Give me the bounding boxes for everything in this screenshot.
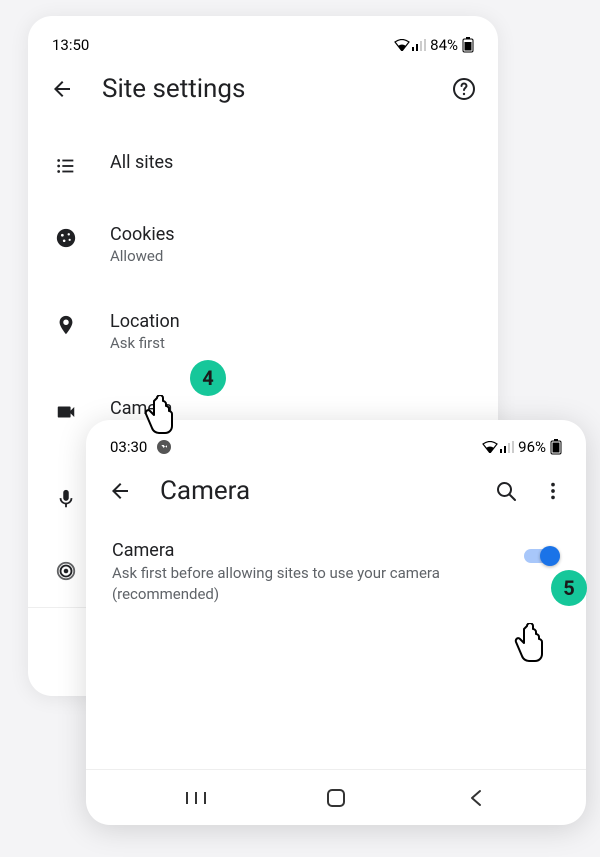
list-icon (54, 154, 78, 178)
detail-subtitle: Ask first before allowing sites to use y… (112, 563, 500, 605)
item-subtitle: Allowed (110, 247, 175, 265)
header: Site settings (28, 68, 498, 118)
step-badge-4: 4 (190, 360, 226, 396)
page-title: Camera (160, 476, 466, 506)
detail-title: Camera (112, 540, 500, 561)
home-button[interactable] (316, 778, 356, 818)
item-title: Cookies (110, 224, 175, 245)
pointer-cursor-icon (510, 623, 548, 671)
battery-icon (462, 37, 474, 53)
camera-toggle-row[interactable]: Camera Ask first before allowing sites t… (86, 520, 586, 625)
status-bar: 13:50 84% (28, 36, 498, 68)
battery-percent: 96% (518, 438, 546, 456)
camera-icon (54, 400, 78, 424)
navigation-bar (86, 769, 586, 825)
search-icon[interactable] (494, 479, 518, 503)
wifi-signal-icons (482, 441, 514, 453)
status-right: 96% (482, 438, 562, 456)
battery-percent: 84% (430, 36, 458, 54)
header: Camera (86, 470, 586, 520)
recents-button[interactable] (176, 778, 216, 818)
back-button[interactable] (456, 778, 496, 818)
more-vert-icon[interactable] (542, 480, 564, 502)
back-arrow-icon[interactable] (108, 479, 132, 503)
camera-toggle[interactable] (524, 546, 560, 566)
item-title: All sites (110, 152, 173, 173)
help-icon[interactable] (452, 77, 476, 101)
page-title: Site settings (102, 74, 424, 104)
back-arrow-icon[interactable] (50, 77, 74, 101)
item-title: Location (110, 311, 180, 332)
battery-icon (550, 439, 562, 455)
motion-sensor-icon (54, 559, 78, 583)
location-icon (54, 313, 78, 337)
pointer-cursor-icon (140, 395, 178, 443)
status-right: 84% (394, 36, 474, 54)
wifi-signal-icons (394, 39, 426, 51)
item-subtitle: Ask first (110, 334, 180, 352)
list-item-cookies[interactable]: Cookies Allowed (28, 208, 498, 281)
list-item-location[interactable]: Location Ask first (28, 295, 498, 368)
list-item-all-sites[interactable]: All sites (28, 136, 498, 194)
cookie-icon (54, 226, 78, 250)
status-time: 13:50 (52, 36, 89, 54)
microphone-icon (54, 487, 78, 511)
step-badge-5: 5 (551, 570, 587, 606)
